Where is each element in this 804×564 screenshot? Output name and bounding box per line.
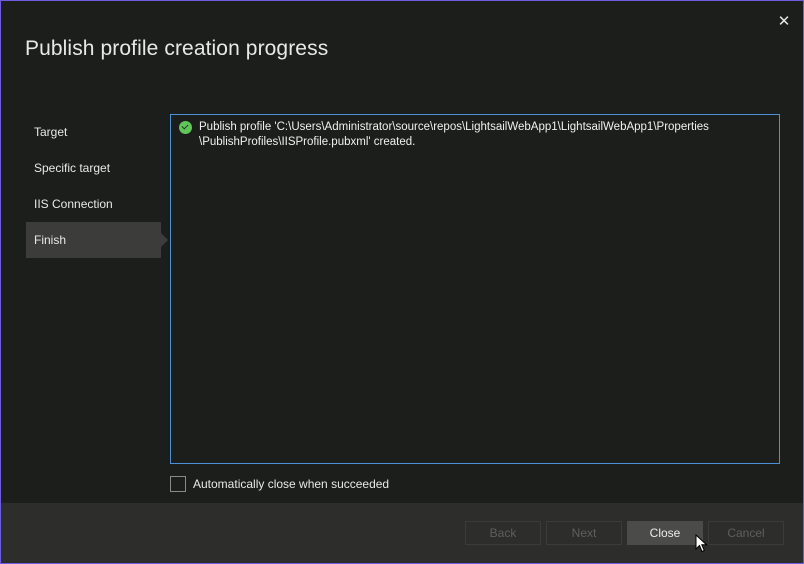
auto-close-label: Automatically close when succeeded [193, 477, 390, 491]
step-finish[interactable]: Finish [26, 222, 168, 258]
publish-dialog: ✕ Publish profile creation progress Targ… [0, 0, 804, 564]
back-button[interactable]: Back [465, 521, 541, 545]
log-entry-text: Publish profile 'C:\Users\Administrator\… [199, 121, 709, 148]
step-specific-target[interactable]: Specific target [26, 150, 161, 186]
auto-close-checkbox[interactable] [170, 476, 186, 492]
log-entry: Publish profile 'C:\Users\Administrator\… [179, 120, 771, 150]
dialog-footer: Back Next Close Cancel [1, 503, 803, 563]
mouse-cursor-icon [695, 534, 708, 553]
step-iis-connection[interactable]: IIS Connection [26, 186, 161, 222]
wizard-steps: Target Specific target IIS Connection Fi… [26, 114, 168, 258]
close-icon[interactable]: ✕ [773, 10, 795, 32]
close-button[interactable]: Close [627, 521, 703, 545]
auto-close-option[interactable]: Automatically close when succeeded [170, 476, 389, 492]
dialog-title: Publish profile creation progress [25, 37, 329, 60]
step-target[interactable]: Target [26, 114, 161, 150]
cancel-button[interactable]: Cancel [708, 521, 784, 545]
success-check-icon [179, 121, 192, 134]
next-button[interactable]: Next [546, 521, 622, 545]
progress-log[interactable]: Publish profile 'C:\Users\Administrator\… [170, 114, 780, 464]
